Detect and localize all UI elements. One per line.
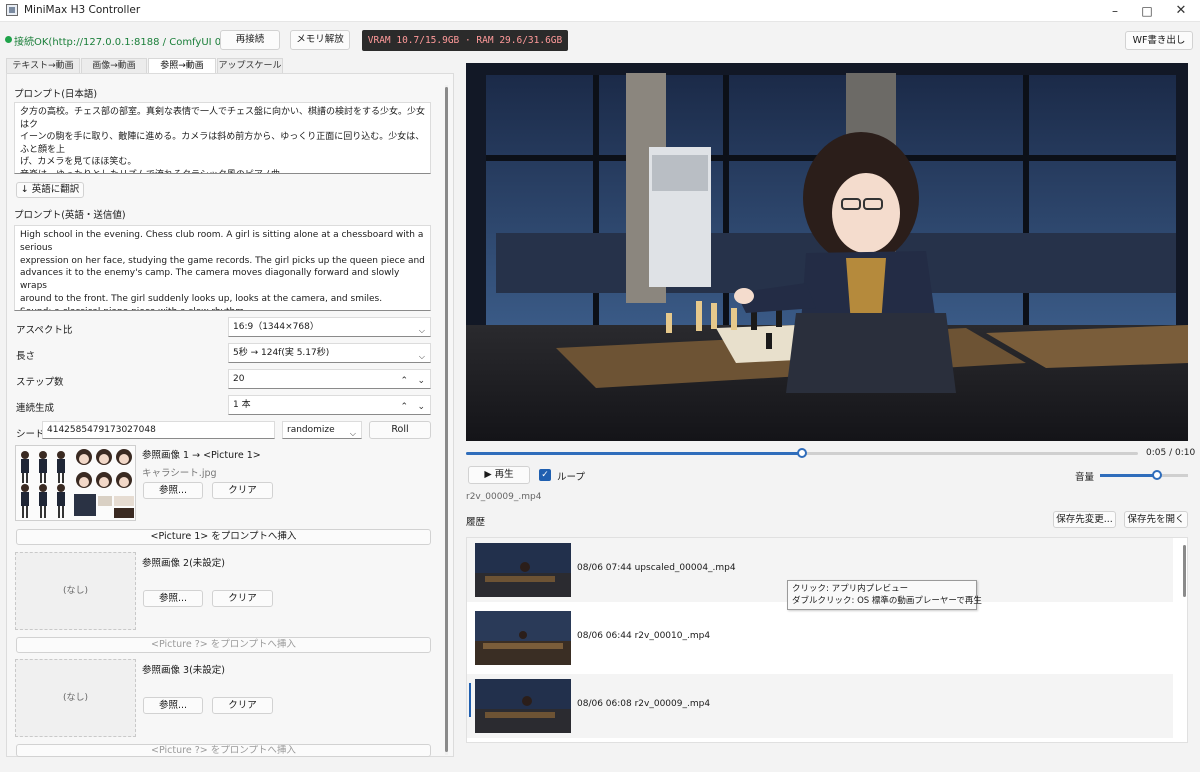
seed-mode-select[interactable]: randomize ⌵ xyxy=(282,421,362,439)
reference-2-title: 参照画像 2(未設定) xyxy=(142,558,225,569)
reference-2-insert-button[interactable]: <Picture ?> をプロンプトへ挿入 xyxy=(16,637,431,653)
steps-spinbox[interactable]: 20 ⌃ ⌄ xyxy=(228,369,431,389)
reference-3-title: 参照画像 3(未設定) xyxy=(142,665,225,676)
aspect-label: アスペクト比 xyxy=(16,325,73,336)
history-thumbnail xyxy=(475,543,571,597)
left-panel xyxy=(6,73,454,757)
loop-label: ループ xyxy=(557,472,585,483)
roll-button[interactable]: Roll xyxy=(369,421,431,439)
app-icon xyxy=(6,4,18,16)
seed-input[interactable]: 4142585479173027048 xyxy=(42,421,275,439)
maximize-icon[interactable]: □ xyxy=(1130,0,1164,22)
spin-down-icon[interactable]: ⌄ xyxy=(417,398,425,414)
steps-value: 20 xyxy=(233,374,245,384)
prompt-en-label: プロンプト(英語・送信値) xyxy=(14,210,126,221)
length-select[interactable]: 5秒 → 124f(実 5.17秒) ⌵ xyxy=(228,343,431,363)
batch-label: 連続生成 xyxy=(16,403,55,414)
current-filename: r2v_00009_.mp4 xyxy=(466,492,542,502)
history-item[interactable]: 08/06 06:44 r2v_00010_.mp4 xyxy=(467,606,1173,670)
free-memory-button[interactable]: メモリ解放 xyxy=(290,30,350,50)
volume-label: 音量 xyxy=(1075,472,1095,483)
volume-handle[interactable] xyxy=(1152,470,1162,480)
status-indicator-icon xyxy=(5,36,12,43)
chevron-down-icon: ⌵ xyxy=(349,429,356,438)
title-bar: MiniMax H3 Controller – □ ✕ xyxy=(0,0,1200,22)
tab-upscale[interactable]: アップスケール xyxy=(217,58,283,73)
batch-value: 1 本 xyxy=(233,400,251,410)
history-item-text: 08/06 06:08 r2v_00009_.mp4 xyxy=(577,699,711,709)
spin-up-icon[interactable]: ⌃ xyxy=(400,398,408,414)
history-item-text: 08/06 06:44 r2v_00010_.mp4 xyxy=(577,631,711,641)
reference-1-insert-button[interactable]: <Picture 1> をプロンプトへ挿入 xyxy=(16,529,431,545)
seek-progress xyxy=(466,452,802,455)
wf-export-button[interactable]: WF書き出し xyxy=(1125,31,1193,50)
prompt-en-input[interactable]: High school in the evening. Chess club r… xyxy=(14,225,431,311)
play-button[interactable]: ▶ 再生 xyxy=(468,466,530,484)
chevron-down-icon: ⌵ xyxy=(418,352,425,361)
spin-up-icon[interactable]: ⌃ xyxy=(400,372,408,388)
history-item[interactable]: 08/06 06:08 r2v_00009_.mp4 xyxy=(467,674,1173,738)
tooltip-line-2: ダブルクリック: OS 標準の動画プレーヤーで再生 xyxy=(792,596,982,606)
tab-reference-to-video[interactable]: 参照→動画 xyxy=(148,58,216,73)
history-list[interactable]: 08/06 07:44 upscaled_00004_.mp4 08/06 06… xyxy=(466,537,1188,743)
volume-level xyxy=(1100,474,1157,477)
tab-image-to-video[interactable]: 画像→動画 xyxy=(81,58,147,73)
chevron-down-icon: ⌵ xyxy=(418,326,425,335)
loop-checkbox[interactable]: ✓ xyxy=(539,469,551,481)
aspect-value: 16:9（1344×768） xyxy=(233,322,319,332)
connection-status: 接続OK(http://127.0.0.1:8188 / ComfyUI 0.3… xyxy=(14,37,251,48)
reference-3-clear-button[interactable]: クリア xyxy=(212,697,273,714)
tooltip-line-1: クリック: アプリ内プレビュー xyxy=(792,584,909,594)
reference-1-title: 参照画像 1 → <Picture 1> xyxy=(142,450,261,461)
length-label: 長さ xyxy=(16,351,36,362)
window-title: MiniMax H3 Controller xyxy=(24,4,141,16)
spin-down-icon[interactable]: ⌄ xyxy=(417,372,425,388)
open-save-dest-button[interactable]: 保存先を開く xyxy=(1124,511,1188,528)
reference-1-clear-button[interactable]: クリア xyxy=(212,482,273,499)
history-tooltip: クリック: アプリ内プレビュー ダブルクリック: OS 標準の動画プレーヤーで再… xyxy=(787,580,982,610)
history-label: 履歴 xyxy=(466,517,486,528)
playback-time: 0:05 / 0:10 xyxy=(1146,448,1196,458)
translate-button[interactable]: ↓ 英語に翻訳 xyxy=(16,182,84,198)
reference-1-browse-button[interactable]: 参照... xyxy=(143,482,203,499)
prompt-ja-label: プロンプト(日本語) xyxy=(14,89,98,100)
length-value: 5秒 → 124f(実 5.17秒) xyxy=(233,348,330,358)
history-selection-indicator xyxy=(469,683,471,717)
seek-handle[interactable] xyxy=(797,448,807,458)
history-item[interactable] xyxy=(467,742,1173,743)
seed-mode-value: randomize xyxy=(287,425,335,435)
history-thumbnail xyxy=(475,679,571,733)
history-item-text: 08/06 07:44 upscaled_00004_.mp4 xyxy=(577,563,736,573)
seed-label: シード xyxy=(16,429,45,440)
left-scrollbar[interactable] xyxy=(445,87,448,752)
reference-1-image xyxy=(15,445,136,521)
reference-3-image-slot[interactable]: (なし) xyxy=(15,659,136,737)
reference-3-insert-button[interactable]: <Picture ?> をプロンプトへ挿入 xyxy=(16,744,431,757)
history-thumbnail xyxy=(475,611,571,665)
reconnect-button[interactable]: 再接続 xyxy=(220,30,280,50)
video-preview[interactable] xyxy=(466,63,1188,441)
prompt-ja-input[interactable]: 夕方の高校。チェス部の部室。真剣な表情で一人でチェス盤に向かい、棋譜の検討をする… xyxy=(14,102,431,174)
reference-3-browse-button[interactable]: 参照... xyxy=(143,697,203,714)
reference-2-image-slot[interactable]: (なし) xyxy=(15,552,136,630)
reference-1-filename: キャラシート.jpg xyxy=(142,468,217,479)
batch-spinbox[interactable]: 1 本 ⌃ ⌄ xyxy=(228,395,431,415)
reference-2-browse-button[interactable]: 参照... xyxy=(143,590,203,607)
close-icon[interactable]: ✕ xyxy=(1164,0,1198,22)
steps-label: ステップ数 xyxy=(16,377,64,388)
history-scrollbar[interactable] xyxy=(1183,545,1186,597)
change-save-dest-button[interactable]: 保存先変更... xyxy=(1053,511,1116,528)
vram-ram-readout: VRAM 10.7/15.9GB · RAM 29.6/31.6GB xyxy=(362,30,568,51)
minimize-icon[interactable]: – xyxy=(1098,0,1132,22)
tab-text-to-video[interactable]: テキスト→動画 xyxy=(6,58,80,73)
aspect-select[interactable]: 16:9（1344×768） ⌵ xyxy=(228,317,431,337)
reference-2-clear-button[interactable]: クリア xyxy=(212,590,273,607)
